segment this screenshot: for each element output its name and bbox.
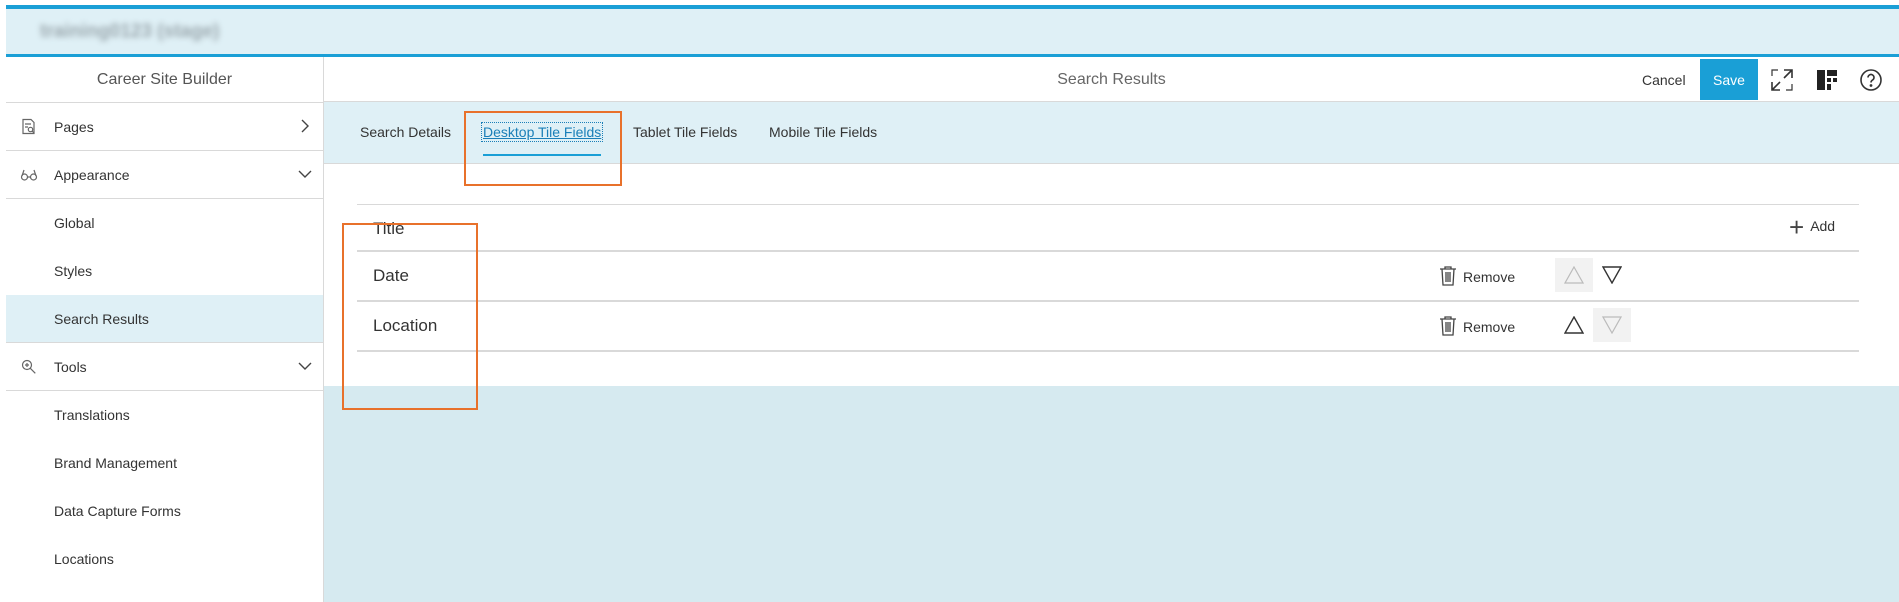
glasses-icon xyxy=(20,169,38,181)
chevron-down-icon xyxy=(298,362,312,370)
triangle-down-icon xyxy=(1602,316,1622,334)
move-up-button[interactable] xyxy=(1555,258,1593,292)
sidebar-item-label: Global xyxy=(54,215,95,231)
sidebar: Career Site Builder Pages Appearance Glo… xyxy=(6,57,324,602)
sidebar-item-brand-management[interactable]: Brand Management xyxy=(6,439,323,487)
field-label: Date xyxy=(373,266,409,285)
chevron-right-icon xyxy=(301,119,309,133)
field-row-date: Date Remove xyxy=(357,252,1859,302)
remove-label: Remove xyxy=(1463,269,1516,285)
move-down-button[interactable] xyxy=(1593,308,1631,342)
field-row-location: Location Remove xyxy=(357,302,1859,352)
remove-label: Remove xyxy=(1463,319,1516,335)
remove-button[interactable]: Remove xyxy=(1439,265,1515,287)
field-row-title: Title xyxy=(357,204,1859,252)
sidebar-item-label: Styles xyxy=(54,263,93,279)
remove-button[interactable]: Remove xyxy=(1439,315,1515,337)
page-search-icon xyxy=(22,118,35,135)
sidebar-item-pages[interactable]: Pages xyxy=(6,103,323,151)
sidebar-item-label: Brand Management xyxy=(54,455,177,471)
tab-bar: Search Details Desktop Tile Fields Table… xyxy=(324,102,1899,164)
sidebar-title: Career Site Builder xyxy=(6,57,323,103)
field-label: Location xyxy=(373,316,438,335)
tab-tablet-tile-fields[interactable]: Tablet Tile Fields xyxy=(633,124,737,140)
sidebar-item-label: Tools xyxy=(54,359,87,375)
main-header: Search Results Cancel Save xyxy=(324,57,1899,102)
sidebar-item-label: Search Results xyxy=(54,311,149,327)
tab-desktop-tile-fields[interactable]: Desktop Tile Fields xyxy=(480,122,604,142)
sidebar-item-label: Data Capture Forms xyxy=(54,503,181,519)
sidebar-item-global[interactable]: Global xyxy=(6,199,323,247)
move-up-button[interactable] xyxy=(1555,308,1593,342)
sidebar-item-tools[interactable]: Tools xyxy=(6,343,323,391)
sidebar-item-styles[interactable]: Styles xyxy=(6,247,323,295)
expand-icon[interactable] xyxy=(1769,67,1795,93)
chevron-down-icon xyxy=(298,170,312,178)
field-label: Title xyxy=(373,219,405,238)
tenant-bar: training0123 (stage) xyxy=(6,5,1899,57)
trash-icon xyxy=(1440,316,1456,336)
cancel-button[interactable]: Cancel xyxy=(1636,65,1692,95)
sidebar-item-translations[interactable]: Translations xyxy=(6,391,323,439)
triangle-up-icon xyxy=(1564,266,1584,284)
sidebar-item-label: Pages xyxy=(54,119,94,135)
active-tab-indicator xyxy=(483,154,601,156)
save-button[interactable]: Save xyxy=(1700,59,1758,100)
move-down-button[interactable] xyxy=(1593,258,1631,292)
trash-icon xyxy=(1440,266,1456,286)
triangle-down-icon xyxy=(1602,266,1622,284)
sidebar-item-data-capture-forms[interactable]: Data Capture Forms xyxy=(6,487,323,535)
tab-mobile-tile-fields[interactable]: Mobile Tile Fields xyxy=(769,124,877,140)
tab-search-details[interactable]: Search Details xyxy=(360,124,451,140)
main-panel: Search Results Cancel Save Search Detail… xyxy=(324,57,1899,602)
sidebar-item-appearance[interactable]: Appearance xyxy=(6,151,323,199)
help-icon[interactable] xyxy=(1858,67,1884,93)
layout-icon[interactable] xyxy=(1814,67,1840,93)
tile-fields-panel: + Add Title Date Remove Location Remove xyxy=(324,164,1899,386)
sidebar-item-locations[interactable]: Locations xyxy=(6,535,323,583)
sidebar-item-label: Translations xyxy=(54,407,130,423)
triangle-up-icon xyxy=(1564,316,1584,334)
tools-icon xyxy=(21,359,36,374)
tenant-name: training0123 (stage) xyxy=(40,21,220,42)
sidebar-item-label: Locations xyxy=(54,551,114,567)
sidebar-item-search-results[interactable]: Search Results xyxy=(6,295,323,343)
sidebar-item-label: Appearance xyxy=(54,167,130,183)
